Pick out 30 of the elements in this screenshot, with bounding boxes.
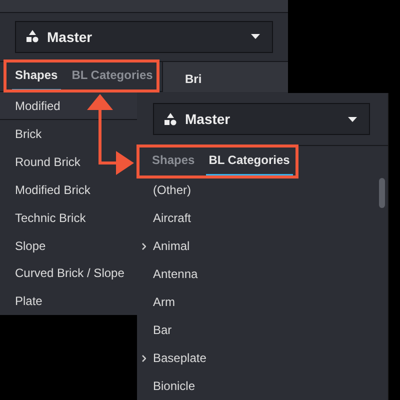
list-item[interactable]: Round Brick [0, 148, 137, 176]
tab[interactable]: Shapes [12, 62, 61, 91]
caret-icon [251, 34, 260, 40]
chevron-icon [142, 243, 146, 250]
tab[interactable]: BL Categories [68, 62, 156, 91]
list-item[interactable]: Modified [0, 92, 137, 120]
panel-header: Bri [185, 72, 202, 86]
tree-item[interactable]: (Other) [137, 176, 388, 204]
list-item[interactable]: Curved Brick / Slope [0, 259, 137, 288]
tree-item[interactable]: Animal [137, 232, 388, 260]
list-item[interactable]: Technic Brick [0, 204, 137, 232]
list-item[interactable]: Plate [0, 287, 137, 316]
chevron-icon [142, 355, 146, 362]
list-item[interactable]: Slope [0, 232, 137, 260]
dropdown[interactable]: Master [153, 103, 370, 135]
list-item[interactable]: Brick [0, 120, 137, 148]
shapes-icon [164, 112, 177, 126]
scrollbar[interactable] [379, 178, 385, 208]
tree-item[interactable]: Bionicle [137, 372, 388, 400]
tree-item[interactable]: Bar [137, 316, 388, 344]
shapes-icon [26, 30, 39, 44]
tree-item[interactable]: Aircraft [137, 204, 388, 232]
tree-item[interactable]: Antenna [137, 260, 388, 288]
dropdown[interactable]: Master [15, 20, 273, 53]
tree-item[interactable]: Arm [137, 288, 388, 316]
caret-icon [348, 116, 357, 122]
tab[interactable]: BL Categories [206, 146, 293, 176]
tree-item[interactable]: Baseplate [137, 344, 388, 372]
list-item[interactable]: Modified Brick [0, 176, 137, 204]
tab[interactable]: Shapes [149, 146, 198, 176]
